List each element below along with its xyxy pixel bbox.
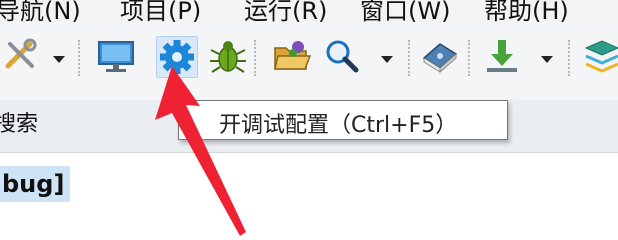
book-icon [422, 43, 458, 74]
toolbar-separator [468, 40, 472, 76]
menu-navigate[interactable]: 导航(N) [0, 0, 81, 22]
toolbar-separator [568, 40, 572, 76]
open-folder-icon [274, 41, 312, 70]
search-dropdown-icon[interactable] [380, 54, 394, 64]
toolbar-separator [78, 40, 82, 76]
layers-button[interactable] [582, 36, 618, 76]
menu-project[interactable]: 项目(P) [120, 0, 201, 22]
toolbar [0, 22, 618, 100]
download-button[interactable] [482, 36, 522, 76]
menu-help[interactable]: 帮助(H) [484, 0, 569, 22]
annotation-arrow [155, 66, 246, 236]
open-folder-button[interactable] [272, 36, 312, 76]
book-button[interactable] [420, 36, 460, 76]
tools-icon [5, 38, 37, 69]
toolbar-separator [408, 40, 412, 76]
download-dropdown-icon[interactable] [540, 54, 554, 64]
tools-dropdown-icon[interactable] [52, 54, 66, 64]
download-icon [487, 40, 517, 72]
layers-icon [584, 40, 618, 73]
search-button[interactable] [322, 36, 362, 76]
menu-run[interactable]: 运行(R) [244, 0, 327, 22]
menu-bar: 导航(N) 项目(P) 运行(R) 窗口(W) 帮助(H) [0, 0, 618, 22]
search-panel-tab[interactable]: 搜索 [0, 106, 38, 138]
tools-button[interactable] [0, 36, 40, 76]
search-icon [326, 40, 359, 73]
panel-content [0, 153, 618, 240]
monitor-button[interactable] [96, 36, 136, 76]
list-item[interactable]: bug] [0, 166, 71, 202]
monitor-icon [98, 41, 134, 72]
menu-window[interactable]: 窗口(W) [360, 0, 450, 22]
